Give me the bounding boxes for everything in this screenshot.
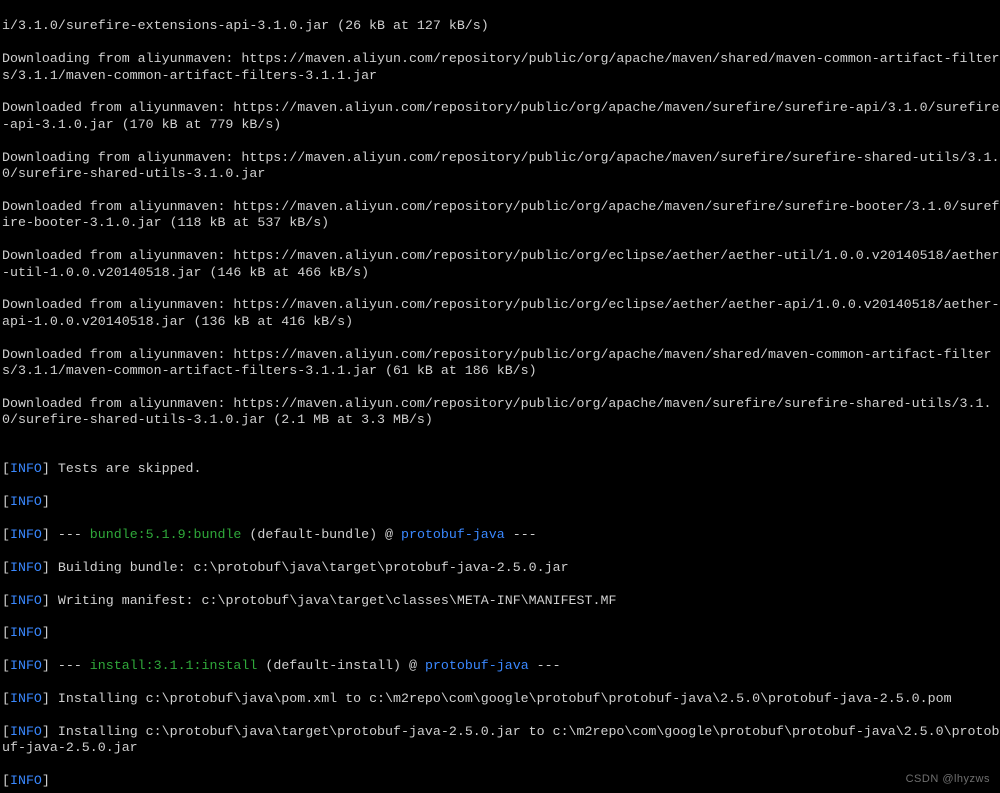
- info-line: [INFO]: [2, 625, 1000, 641]
- download-line: Downloaded from aliyunmaven: https://mav…: [2, 100, 1000, 133]
- info-line: [INFO] --- install:3.1.1:install (defaul…: [2, 658, 1000, 674]
- download-line: i/3.1.0/surefire-extensions-api-3.1.0.ja…: [2, 18, 1000, 34]
- download-line: Downloading from aliyunmaven: https://ma…: [2, 51, 1000, 84]
- info-line: [INFO]: [2, 494, 1000, 510]
- watermark: CSDN @lhyzws: [906, 771, 990, 787]
- download-line: Downloaded from aliyunmaven: https://mav…: [2, 248, 1000, 281]
- info-line: [INFO] Tests are skipped.: [2, 461, 1000, 477]
- download-line: Downloaded from aliyunmaven: https://mav…: [2, 297, 1000, 330]
- terminal-output[interactable]: i/3.1.0/surefire-extensions-api-3.1.0.ja…: [0, 0, 1000, 793]
- info-line: [INFO] --- bundle:5.1.9:bundle (default-…: [2, 527, 1000, 543]
- download-line: Downloaded from aliyunmaven: https://mav…: [2, 396, 1000, 429]
- download-line: Downloaded from aliyunmaven: https://mav…: [2, 347, 1000, 380]
- info-line: [INFO] Installing c:\protobuf\java\targe…: [2, 724, 1000, 757]
- info-line: [INFO] Writing manifest: c:\protobuf\jav…: [2, 593, 1000, 609]
- info-line: [INFO]: [2, 773, 1000, 789]
- download-line: Downloaded from aliyunmaven: https://mav…: [2, 199, 1000, 232]
- info-line: [INFO] Installing c:\protobuf\java\pom.x…: [2, 691, 1000, 707]
- download-line: Downloading from aliyunmaven: https://ma…: [2, 150, 1000, 183]
- info-line: [INFO] Building bundle: c:\protobuf\java…: [2, 560, 1000, 576]
